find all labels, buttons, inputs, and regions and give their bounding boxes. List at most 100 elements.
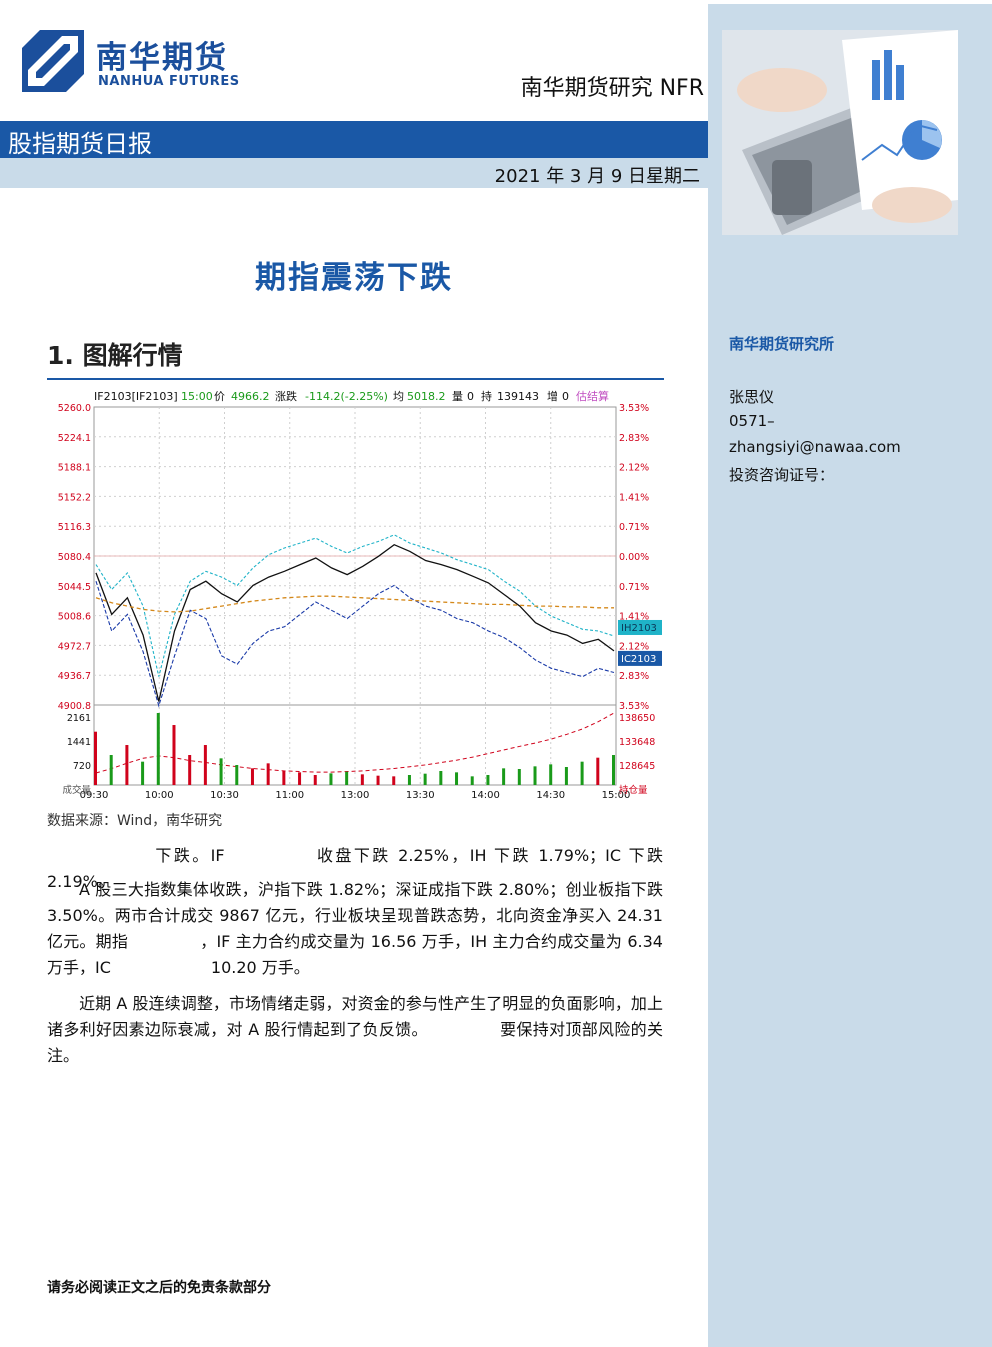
info-price-label: 价 bbox=[214, 390, 225, 403]
x-tick: 10:30 bbox=[210, 790, 239, 801]
y-tick-right: 0.71% bbox=[619, 522, 649, 533]
y-tick-right: 0.71% bbox=[619, 582, 649, 593]
info-change: -114.2(-2.25%) bbox=[305, 390, 388, 403]
y-tick-right: 1.41% bbox=[619, 492, 649, 503]
volume-bar bbox=[329, 773, 333, 785]
vol-tick-left: 成交量 bbox=[62, 784, 91, 796]
y-tick-left: 4900.8 bbox=[58, 701, 91, 712]
y-tick-right: 3.53% bbox=[619, 403, 649, 414]
info-oi-chg: 0 bbox=[562, 390, 569, 403]
info-avg: 5018.2 bbox=[407, 390, 446, 403]
info-time: 15:00 bbox=[181, 390, 213, 403]
y-tick-right: 2.83% bbox=[619, 433, 649, 444]
y-tick-left: 4936.7 bbox=[58, 671, 91, 682]
x-tick: 14:30 bbox=[536, 790, 565, 801]
nanhua-logo-icon bbox=[22, 30, 84, 92]
volume-bar bbox=[517, 769, 521, 785]
volume-bar bbox=[141, 761, 145, 785]
data-source: 数据来源：Wind，南华研究 bbox=[47, 813, 223, 829]
market-text-b: ，IF 主力合约成交量为 16.56 万手，IH 主力合约成交量为 6.34 万… bbox=[47, 932, 663, 977]
y-tick-left: 5080.4 bbox=[58, 552, 91, 563]
report-type: 股指期货日报 bbox=[8, 130, 152, 158]
volume-bar bbox=[109, 755, 113, 785]
y-tick-left: 5008.6 bbox=[58, 612, 91, 623]
x-tick: 10:00 bbox=[145, 790, 174, 801]
info-oi-label: 持 bbox=[481, 389, 492, 403]
y-tick-right: 2.12% bbox=[619, 463, 649, 474]
analyst-phone: 0571– bbox=[729, 412, 775, 430]
y-tick-left: 5260.0 bbox=[58, 403, 91, 414]
market-text-c: 10.20 万手。 bbox=[210, 958, 310, 977]
x-tick: 13:30 bbox=[406, 790, 435, 801]
volume-bar bbox=[298, 772, 302, 785]
market-paragraph: A 股三大指数集体收跌，沪指下跌 1.82%；深证成指下跌 2.80%；创业板指… bbox=[47, 877, 663, 981]
volume-bar bbox=[219, 758, 223, 785]
vol-tick-left: 720 bbox=[73, 761, 91, 772]
volume-bar bbox=[486, 775, 490, 785]
disclaimer: 请务必阅读正文之后的免责条款部分 bbox=[47, 1280, 271, 1296]
info-code: IF2103[IF2103] bbox=[94, 390, 178, 403]
analyst-email[interactable]: zhangsiyi@nawaa.com bbox=[729, 438, 901, 456]
volume-bar bbox=[282, 771, 286, 785]
info-price: 4966.2 bbox=[231, 390, 270, 403]
vol-tick-right: 128645 bbox=[619, 761, 655, 772]
volume-bar bbox=[266, 763, 270, 785]
y-tick-right: 2.12% bbox=[619, 641, 649, 652]
volume-bar bbox=[94, 731, 97, 785]
logo-text-cn: 南华期货 bbox=[96, 40, 228, 76]
volume-bar bbox=[455, 772, 459, 785]
info-avg-label: 均 bbox=[393, 390, 404, 403]
volume-bar bbox=[502, 768, 506, 785]
volume-bar bbox=[360, 774, 364, 785]
vol-tick-right: 持仓量 bbox=[619, 784, 648, 796]
info-oi: 139143 bbox=[497, 390, 539, 403]
sidebar-institute: 南华期货研究所 bbox=[729, 335, 835, 353]
section-heading: 1. 图解行情 bbox=[47, 341, 183, 370]
nanhua-logo: 南华期货 NANHUA FUTURES bbox=[22, 30, 242, 96]
analyst-license: 投资咨询证号： bbox=[729, 466, 835, 484]
info-oi-chg-label: 增 bbox=[547, 389, 558, 403]
x-tick: 13:00 bbox=[341, 790, 370, 801]
vol-tick-right: 133648 bbox=[619, 737, 655, 748]
volume-bar bbox=[564, 767, 568, 785]
logo-text-en: NANHUA FUTURES bbox=[98, 74, 240, 89]
y-tick-left: 5224.1 bbox=[58, 433, 91, 444]
y-tick-right: 2.83% bbox=[619, 671, 649, 682]
y-tick-left: 4972.7 bbox=[58, 641, 91, 652]
research-title: 南华期货研究 NFR bbox=[520, 76, 704, 101]
volume-bar bbox=[392, 776, 396, 785]
y-tick-left: 5188.1 bbox=[58, 463, 91, 474]
info-mode: 估结算 bbox=[576, 389, 609, 403]
volume-bar bbox=[203, 745, 207, 785]
series-tag-label: IH2103 bbox=[621, 623, 657, 634]
x-tick: 14:00 bbox=[471, 790, 500, 801]
report-date: 2021 年 3 月 9 日星期二 bbox=[494, 166, 700, 187]
vol-tick-right: 138650 bbox=[619, 713, 655, 724]
analyst-name: 张思仪 bbox=[729, 388, 775, 406]
info-change-label: 涨跌 bbox=[275, 389, 297, 403]
volume-bar bbox=[188, 755, 192, 785]
info-vol-label: 量 bbox=[452, 390, 463, 403]
intraday-chart-svg: 5260.0 3.53% 5224.1 2.83% 5188.1 2.12% 5152.2 1… bbox=[58, 389, 662, 801]
headline: 期指震荡下跌 bbox=[255, 260, 453, 296]
volume-bar bbox=[580, 761, 584, 785]
y-tick-left: 5044.5 bbox=[58, 582, 91, 593]
series-tag-label: IC2103 bbox=[621, 654, 656, 665]
volume-bar bbox=[172, 725, 176, 785]
vol-tick-left: 1441 bbox=[67, 737, 91, 748]
y-tick-left: 5152.2 bbox=[58, 492, 91, 503]
volume-bar bbox=[235, 765, 239, 785]
volume-bar bbox=[407, 775, 411, 785]
volume-bar bbox=[612, 755, 615, 785]
volume-bar bbox=[156, 713, 160, 785]
outlook-paragraph: 近期 A 股连续调整，市场情绪走弱，对资金的参与性产生了明显的负面影响，加上诸多… bbox=[47, 991, 663, 1069]
cover-photo bbox=[722, 30, 958, 235]
section-rule bbox=[47, 378, 664, 380]
y-tick-right: 3.53% bbox=[619, 701, 649, 712]
volume-bar bbox=[250, 768, 254, 785]
volume-bar bbox=[470, 776, 474, 785]
y-tick-left: 5116.3 bbox=[58, 522, 91, 533]
volume-bar bbox=[423, 773, 427, 785]
volume-bar bbox=[345, 771, 349, 785]
volume-bar bbox=[596, 757, 600, 785]
